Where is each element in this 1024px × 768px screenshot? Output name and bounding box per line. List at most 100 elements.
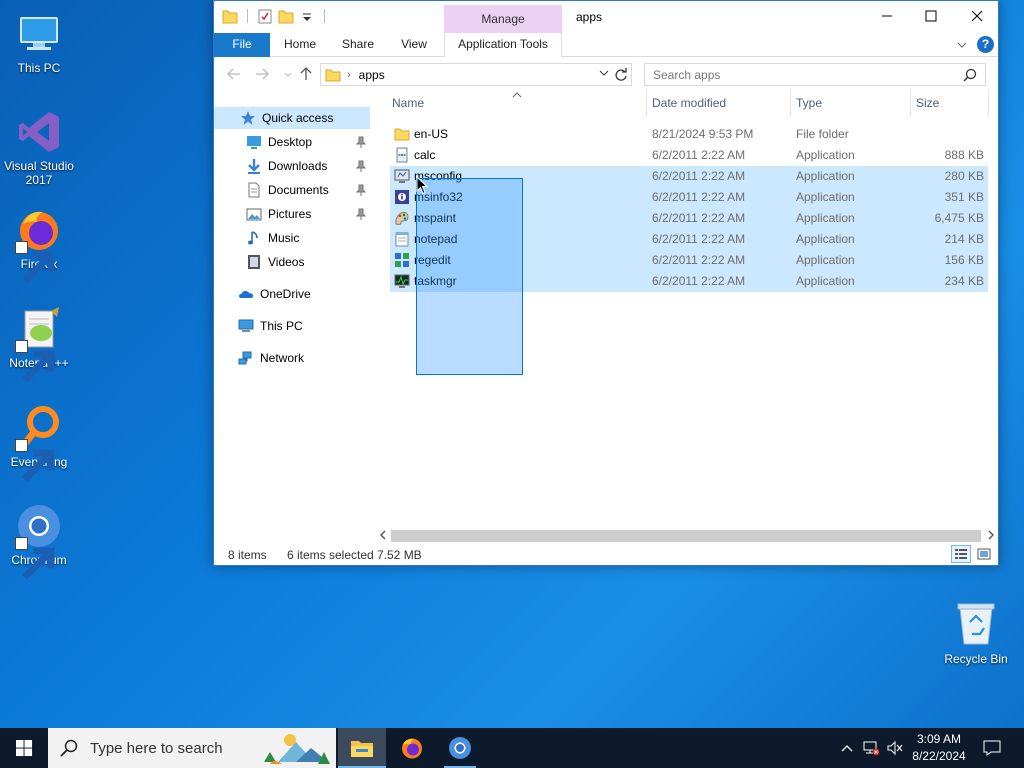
up-button[interactable] xyxy=(298,66,314,82)
folder-icon xyxy=(222,7,238,25)
desktop-icon-everything[interactable]: Everything xyxy=(1,404,77,482)
column-header-date[interactable]: Date modified xyxy=(652,89,788,117)
address-bar[interactable]: › apps xyxy=(320,63,632,86)
file-date: 6/2/2011 2:22 AM xyxy=(652,169,746,183)
close-button[interactable] xyxy=(954,1,1000,31)
nav-documents[interactable]: Documents xyxy=(214,179,370,201)
large-icons-view-button[interactable] xyxy=(974,545,994,563)
onedrive-icon xyxy=(239,291,253,298)
pin-icon xyxy=(356,136,366,148)
ribbon-tabs: File Home Share View Application Tools ? xyxy=(214,33,998,57)
file-date: 6/2/2011 2:22 AM xyxy=(652,211,746,225)
file-row-en-us[interactable]: en-US 8/21/2024 9:53 PM File folder xyxy=(390,124,988,145)
file-size: 888 KB xyxy=(944,148,984,162)
file-type: File folder xyxy=(796,127,849,141)
taskbar-chromium[interactable] xyxy=(436,728,484,768)
tab-share[interactable]: Share xyxy=(334,33,382,57)
file-type: Application xyxy=(796,232,855,246)
forward-button[interactable] xyxy=(254,66,270,82)
recent-locations-button[interactable] xyxy=(280,66,292,82)
file-row-calc[interactable]: calc 6/2/2011 2:22 AM Application 888 KB xyxy=(390,145,988,166)
nav-onedrive[interactable]: OneDrive xyxy=(214,283,370,305)
action-center-button[interactable] xyxy=(978,728,1006,768)
search-input[interactable]: Search apps xyxy=(644,63,986,86)
desktop-icon-visual-studio[interactable]: Visual Studio 2017 xyxy=(1,108,77,187)
expand-ribbon-icon[interactable] xyxy=(957,40,967,50)
file-type: Application xyxy=(796,253,855,267)
taskbar-firefox[interactable] xyxy=(388,728,436,768)
volume-tray-button[interactable] xyxy=(884,728,906,768)
pictures-icon xyxy=(246,208,262,221)
clock-time: 3:09 AM xyxy=(916,732,962,746)
nav-quick-access[interactable]: Quick access xyxy=(214,107,370,129)
desktop-icon-chromium[interactable]: Chromium xyxy=(1,502,77,580)
tab-file[interactable]: File xyxy=(214,33,270,57)
status-selection: 6 items selected xyxy=(287,548,374,562)
scroll-left-icon[interactable] xyxy=(379,530,387,540)
properties-icon[interactable] xyxy=(257,7,273,25)
breadcrumb-chevron-icon: › xyxy=(347,68,351,81)
minimize-button[interactable] xyxy=(864,1,910,31)
calc-icon xyxy=(394,147,410,163)
file-size: 6,475 KB xyxy=(934,211,984,225)
nav-music[interactable]: Music xyxy=(214,227,370,249)
status-item-count: 8 items xyxy=(228,548,267,562)
details-view-button[interactable] xyxy=(951,545,971,563)
file-size: 280 KB xyxy=(944,169,984,183)
file-size: 156 KB xyxy=(944,253,984,267)
file-size: 234 KB xyxy=(944,274,984,288)
start-button[interactable] xyxy=(0,728,48,768)
file-date: 6/2/2011 2:22 AM xyxy=(652,253,746,267)
this-pc-icon xyxy=(15,10,63,58)
nav-videos[interactable]: Videos xyxy=(214,251,370,273)
tab-home[interactable]: Home xyxy=(276,33,324,57)
refresh-icon[interactable] xyxy=(613,67,629,83)
taskbar-file-explorer[interactable] xyxy=(338,728,386,768)
manage-contextual-tab[interactable]: Manage xyxy=(444,5,562,33)
scrollbar-thumb[interactable] xyxy=(391,530,981,542)
network-tray-button[interactable] xyxy=(860,728,882,768)
status-bar: 8 items 6 items selected 7.52 MB xyxy=(214,545,998,565)
nav-pictures[interactable]: Pictures xyxy=(214,203,370,225)
back-button[interactable] xyxy=(226,66,242,82)
mouse-cursor-icon xyxy=(416,175,429,195)
windows-logo-icon xyxy=(15,739,32,756)
horizontal-scrollbar[interactable] xyxy=(377,527,997,544)
nav-downloads[interactable]: Downloads xyxy=(214,155,370,177)
taskbar-search-box[interactable]: Type here to search xyxy=(48,728,336,768)
recycle-bin-label: Recycle Bin xyxy=(944,652,1008,666)
nav-network[interactable]: Network xyxy=(214,347,370,369)
customize-qat-icon[interactable] xyxy=(299,7,315,25)
column-header-name[interactable]: Name xyxy=(392,89,644,117)
pin-icon xyxy=(356,208,366,220)
desktop-icon-this-pc[interactable]: This PC xyxy=(1,10,77,75)
taskbar-clock[interactable]: 3:09 AM 8/22/2024 xyxy=(904,731,974,765)
breadcrumb-apps[interactable]: apps xyxy=(359,68,385,82)
column-header-size[interactable]: Size xyxy=(916,89,986,117)
desktop-icon-notepad-plus-plus[interactable]: Notepad++ xyxy=(1,305,77,383)
show-hidden-icons-button[interactable] xyxy=(838,728,856,768)
column-header-type[interactable]: Type xyxy=(796,89,908,117)
search-icon xyxy=(60,739,78,757)
tab-view[interactable]: View xyxy=(392,33,436,57)
volume-muted-icon xyxy=(887,740,903,756)
file-type: Application xyxy=(796,211,855,225)
desktop-icon-recycle-bin[interactable]: Recycle Bin xyxy=(940,600,1012,666)
folder-icon xyxy=(325,69,341,81)
folder-icon xyxy=(394,126,410,142)
help-icon[interactable]: ? xyxy=(977,36,994,53)
maximize-button[interactable] xyxy=(908,1,954,31)
file-date: 6/2/2011 2:22 AM xyxy=(652,148,746,162)
nav-desktop[interactable]: Desktop xyxy=(214,131,370,153)
file-explorer-icon xyxy=(351,741,373,757)
new-folder-icon[interactable] xyxy=(278,7,294,25)
address-dropdown-icon[interactable] xyxy=(599,68,609,78)
network-icon xyxy=(238,351,252,365)
desktop-icon-label: Visual Studio 2017 xyxy=(4,159,74,187)
tab-application-tools[interactable]: Application Tools xyxy=(444,33,562,57)
nav-this-pc[interactable]: This PC xyxy=(214,315,370,337)
desktop-icon-firefox[interactable]: Firefox xyxy=(1,206,77,284)
chromium-icon xyxy=(449,737,471,759)
pin-icon xyxy=(356,160,366,172)
scroll-right-icon[interactable] xyxy=(987,530,995,540)
